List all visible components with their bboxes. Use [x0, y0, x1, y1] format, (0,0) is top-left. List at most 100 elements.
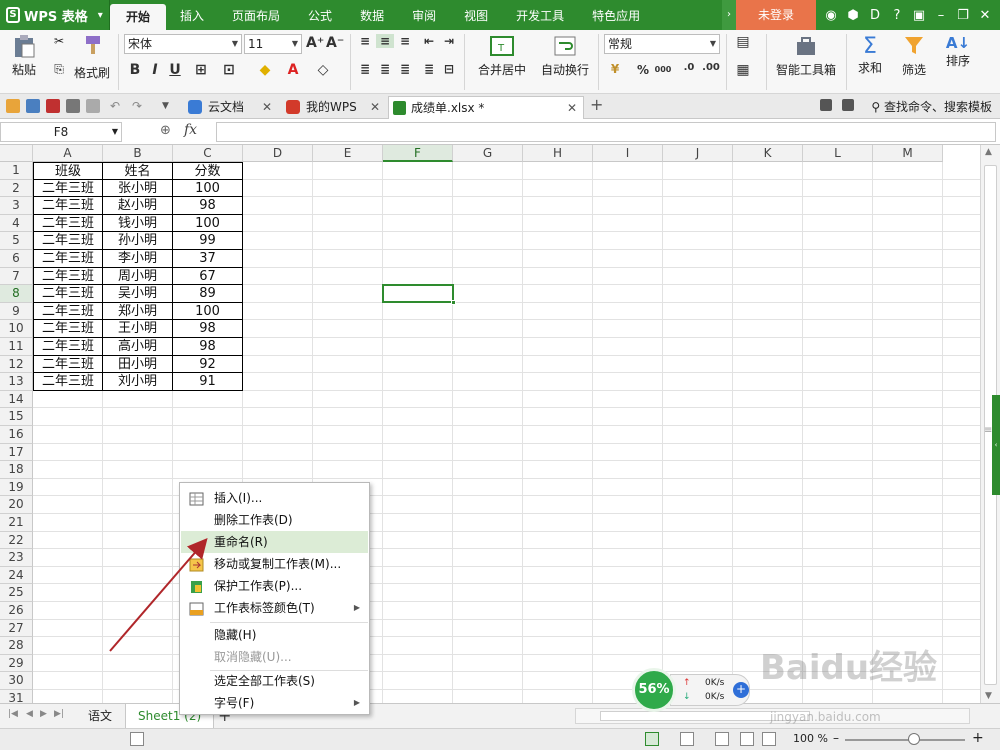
column-header-g[interactable]: G [453, 145, 523, 162]
tab-data[interactable]: 数据 [346, 0, 398, 30]
italic-icon[interactable]: I [146, 62, 164, 78]
column-header-c[interactable]: C [173, 145, 243, 162]
table-cell[interactable]: 赵小明 [103, 197, 173, 215]
column-header-f[interactable]: F [383, 145, 453, 162]
table-cell[interactable]: 67 [173, 267, 243, 286]
menu-item-rename[interactable]: 重命名(R) [181, 531, 368, 553]
table-cell[interactable]: 二年三班 [33, 250, 103, 268]
active-cell-f8[interactable] [382, 284, 456, 305]
row-header-27[interactable]: 27 [0, 619, 33, 638]
align-center-icon[interactable]: ≣ [376, 62, 394, 76]
decrease-font-icon[interactable]: A⁻ [326, 35, 344, 51]
sum-button[interactable]: Σ 求和 [852, 34, 888, 76]
row-header-29[interactable]: 29 [0, 654, 33, 673]
auto-wrap-button[interactable]: 自动换行 [538, 34, 592, 78]
menu-item-hide[interactable]: 隐藏(H) [181, 624, 368, 646]
zoom-search-icon[interactable]: ⊕ [160, 123, 171, 138]
smart-toolbox-button[interactable]: 智能工具箱 [772, 34, 840, 78]
eye-protection-icon[interactable] [762, 732, 776, 746]
underline-icon[interactable]: U [166, 62, 184, 78]
table-cell[interactable]: 高小明 [103, 338, 173, 356]
table-cell[interactable]: 98 [173, 320, 243, 338]
prev-sheet-icon[interactable]: ◀ [26, 709, 33, 719]
save-icon[interactable] [26, 99, 40, 113]
menu-item-tab-color[interactable]: 工作表标签颜色(T) ▶ [181, 597, 368, 619]
skin-icon[interactable]: ◉ [824, 8, 838, 23]
row-header-22[interactable]: 22 [0, 531, 33, 550]
table-cell[interactable]: 李小明 [103, 250, 173, 268]
table-cell[interactable]: 100 [173, 302, 243, 321]
menu-item-protect-sheet[interactable]: 保护工作表(P)... [181, 575, 368, 597]
increase-font-icon[interactable]: A⁺ [306, 35, 324, 51]
cut-icon[interactable]: ✂ [48, 34, 70, 48]
table-header-cell[interactable]: 姓名 [103, 162, 173, 180]
tab-page-layout[interactable]: 页面布局 [218, 0, 294, 30]
column-header-e[interactable]: E [313, 145, 383, 162]
column-header-b[interactable]: B [103, 145, 173, 162]
column-header-l[interactable]: L [803, 145, 873, 162]
table-header-cell[interactable]: 班级 [33, 162, 103, 180]
worksheet-grid[interactable]: ABCDEFGHIJKLM 1 2 3 4 5 6 7 8 9 10 11 12 13 14 15 16 17 1… [0, 145, 980, 703]
insert-function-button[interactable]: fx [184, 122, 197, 138]
align-bottom-icon[interactable]: ≡ [396, 34, 414, 48]
next-sheet-icon[interactable]: ▶ [40, 709, 47, 719]
row-header-30[interactable]: 30 [0, 672, 33, 690]
side-panel-toggle[interactable]: ‹ [992, 395, 1000, 495]
network-speed-widget[interactable]: ↑ ↓ 0K/s 0K/s + 56% [632, 668, 752, 712]
tab-view[interactable]: 视图 [450, 0, 502, 30]
name-box[interactable]: F8 ▼ [0, 122, 122, 142]
table-cell[interactable]: 99 [173, 232, 243, 250]
table-cell[interactable]: 98 [173, 197, 243, 215]
table-cell[interactable]: 周小明 [103, 267, 173, 286]
last-sheet-icon[interactable]: ▶| [54, 709, 64, 719]
row-header-21[interactable]: 21 [0, 514, 33, 532]
percent-button[interactable]: % [634, 63, 652, 77]
table-cell[interactable]: 二年三班 [33, 214, 103, 233]
paste-button[interactable]: 粘贴 [8, 34, 40, 78]
zoom-level[interactable]: 100 % [793, 732, 828, 745]
row-header-6[interactable]: 6 [0, 250, 33, 268]
close-icon[interactable]: ✕ [978, 8, 992, 23]
more-tabs-button[interactable]: › [722, 0, 736, 30]
minimize-doc-icon[interactable] [842, 99, 854, 111]
row-header-25[interactable]: 25 [0, 584, 33, 602]
table-header-cell[interactable]: 分数 [173, 162, 243, 180]
row-header-8[interactable]: 8 [0, 285, 33, 303]
fill-color-icon[interactable]: ◆ [256, 62, 274, 78]
align-top-icon[interactable]: ≡ [356, 34, 374, 48]
fill-handle[interactable] [451, 299, 456, 305]
row-header-5[interactable]: 5 [0, 232, 33, 250]
row-header-10[interactable]: 10 [0, 320, 33, 338]
column-header-m[interactable]: M [873, 145, 943, 162]
table-cell[interactable]: 100 [173, 214, 243, 233]
print-icon[interactable] [66, 99, 80, 113]
tab-insert[interactable]: 插入 [166, 0, 218, 30]
bold-icon[interactable]: B [126, 62, 144, 78]
table-cell[interactable]: 二年三班 [33, 355, 103, 374]
row-header-23[interactable]: 23 [0, 549, 33, 567]
table-cell[interactable]: 二年三班 [33, 232, 103, 250]
table-cell[interactable]: 89 [173, 285, 243, 303]
number-format-select[interactable]: 常规 ▼ [604, 34, 720, 54]
row-header-7[interactable]: 7 [0, 267, 33, 286]
close-icon[interactable]: ✕ [262, 96, 272, 118]
column-header-j[interactable]: J [663, 145, 733, 162]
font-size-select[interactable]: 11 ▼ [244, 34, 302, 54]
increase-decimal-icon[interactable]: .0 [680, 62, 698, 73]
menu-item-insert[interactable]: 插入(I)... [181, 487, 368, 509]
table-cell[interactable]: 92 [173, 355, 243, 374]
row-header-20[interactable]: 20 [0, 496, 33, 514]
copy-icon[interactable]: ⎘ [48, 62, 70, 77]
table-cell[interactable]: 二年三班 [33, 320, 103, 338]
table-cell[interactable]: 二年三班 [33, 373, 103, 391]
row-header-14[interactable]: 14 [0, 390, 33, 409]
screen-icon[interactable] [820, 99, 832, 111]
filter-button[interactable]: 筛选 [894, 34, 934, 78]
merge-center-button[interactable]: T 合并居中 [470, 34, 534, 78]
minimize-icon[interactable]: – [934, 8, 948, 23]
boost-plus-icon[interactable]: + [733, 682, 749, 698]
thousands-button[interactable]: 000 [654, 65, 672, 74]
table-cell[interactable]: 98 [173, 338, 243, 356]
formula-input[interactable] [216, 122, 996, 142]
search-input[interactable]: 查找命令、搜索模板 [884, 100, 992, 114]
